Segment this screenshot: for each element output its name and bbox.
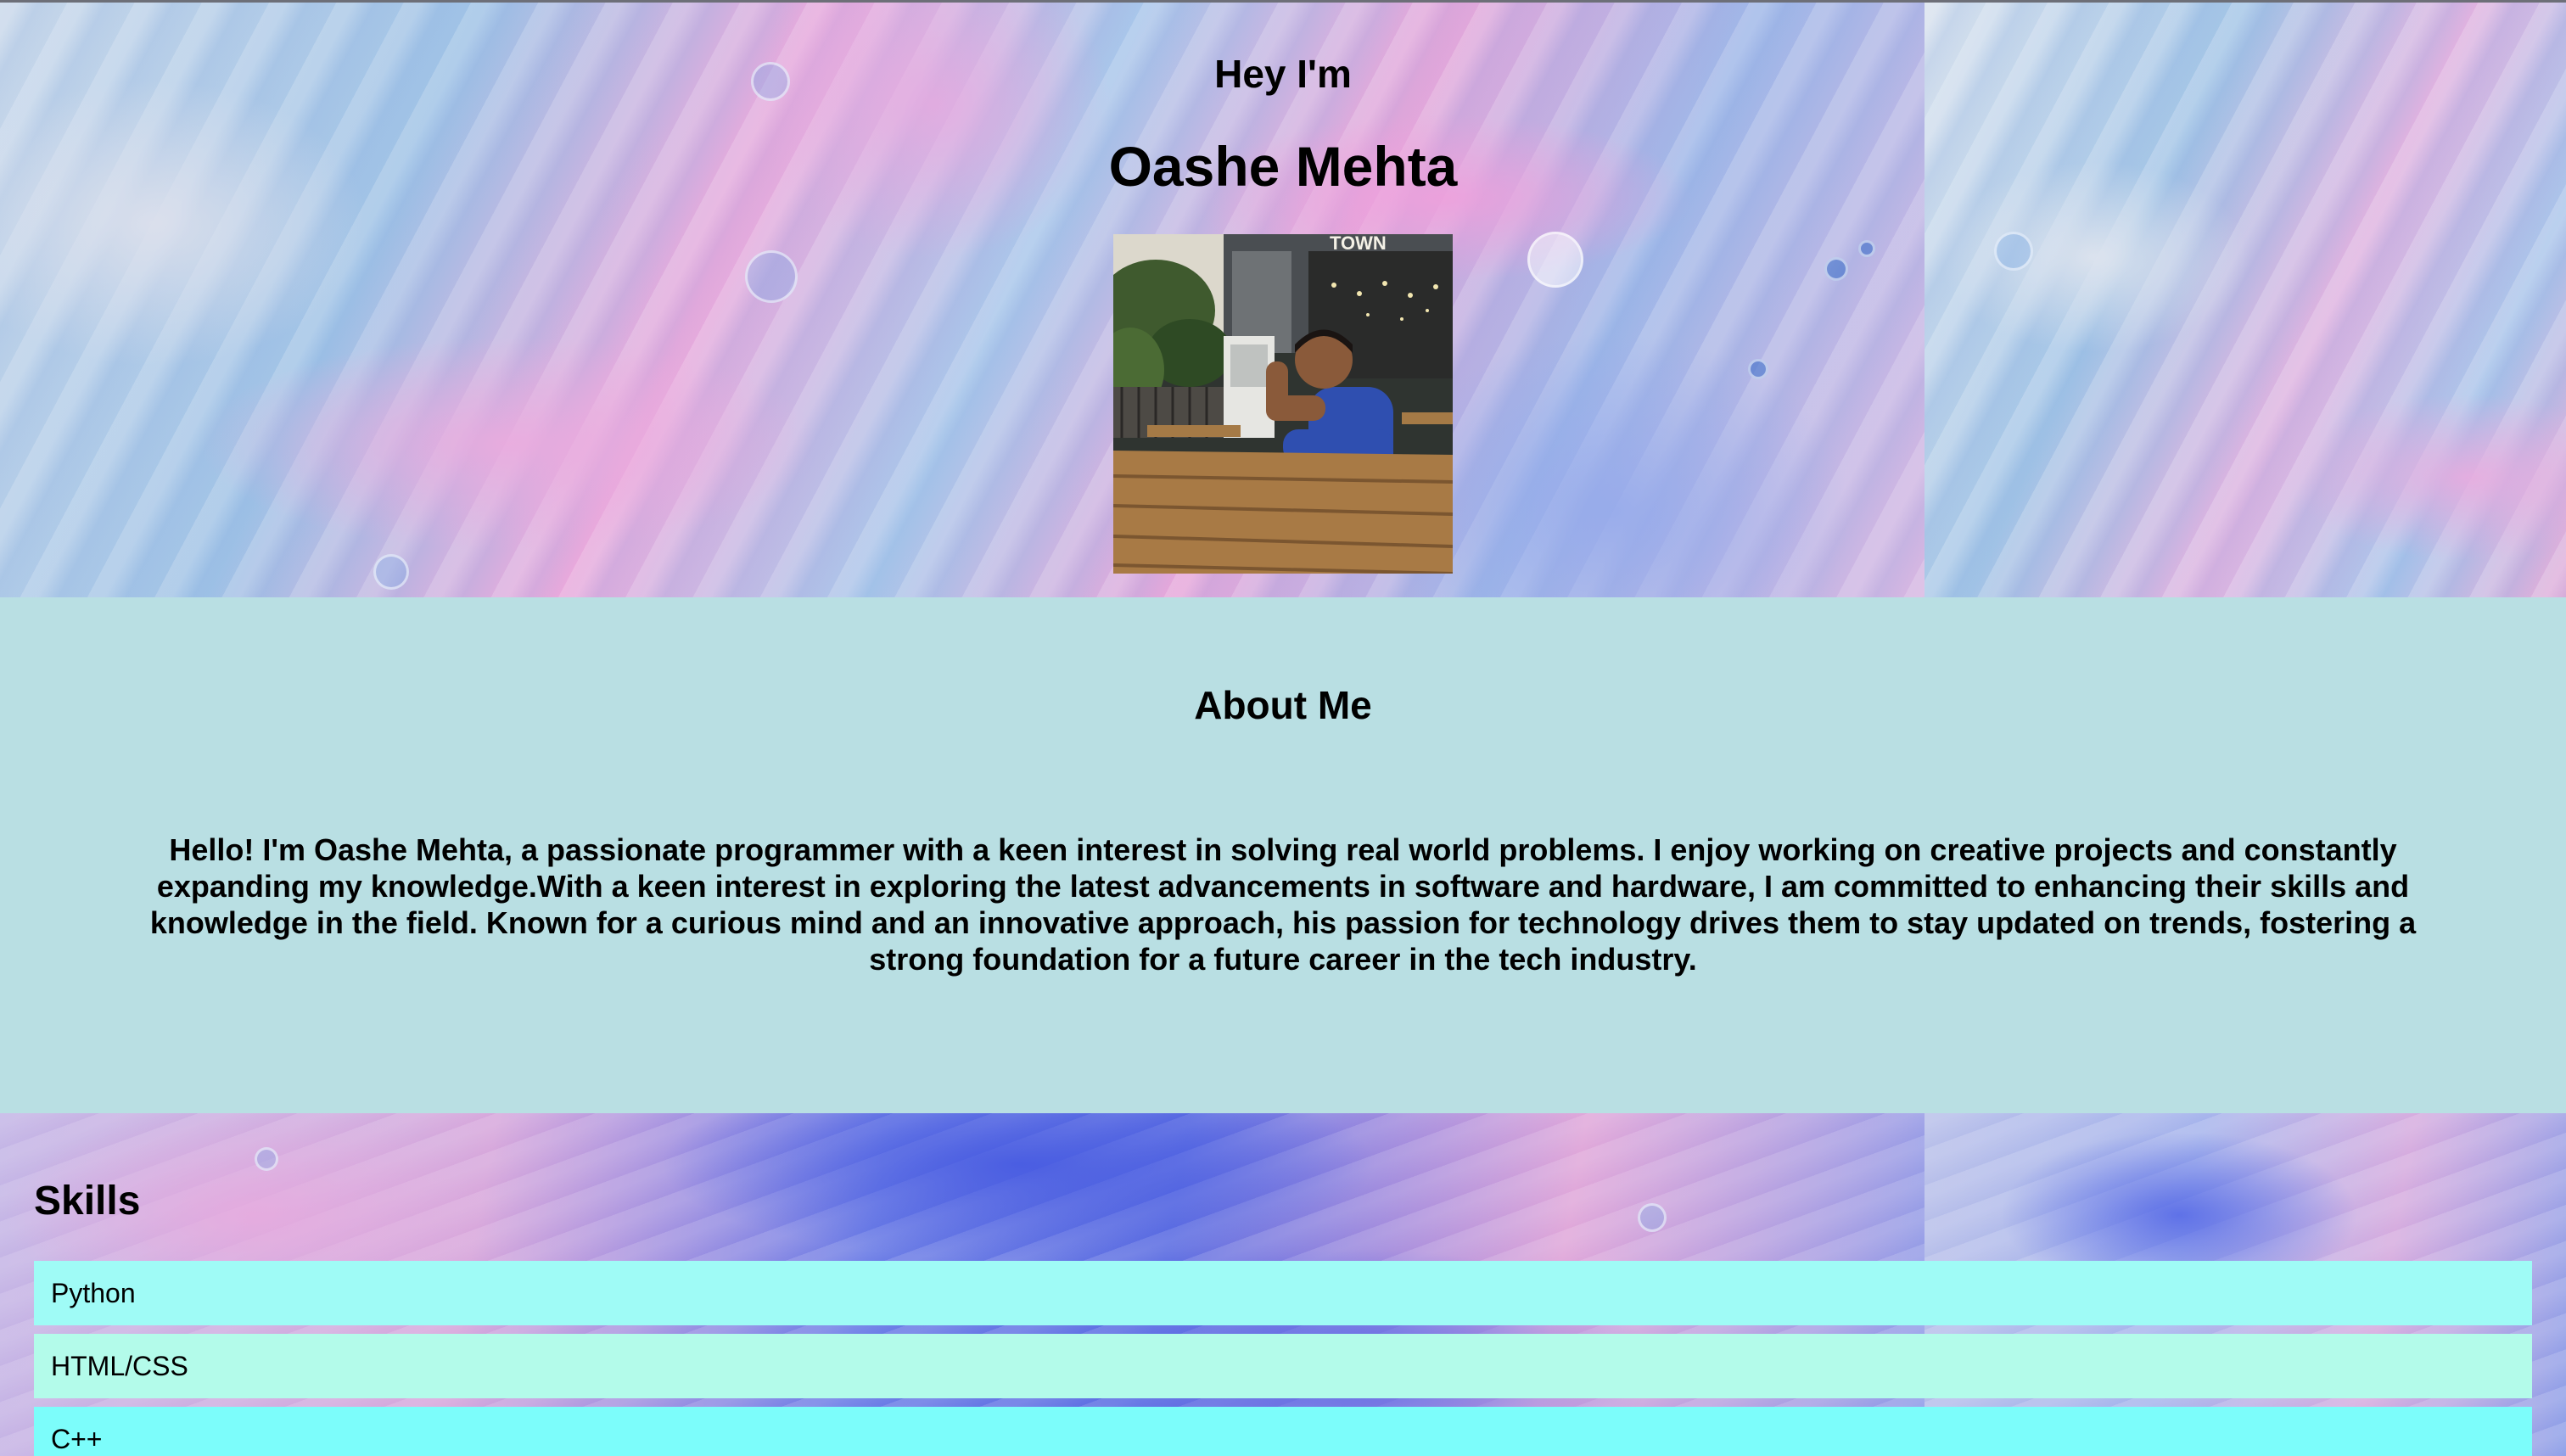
about-section: About Me Hello! I'm Oashe Mehta, a passi… — [0, 597, 2566, 1113]
svg-text:TOWN: TOWN — [1330, 234, 1387, 254]
skills-heading: Skills — [34, 1179, 141, 1224]
profile-photo: TOWN — [1113, 234, 1453, 574]
page-title: Oashe Mehta — [1108, 135, 1458, 198]
hero-section: Hey I'm Oashe Mehta TOWN — [0, 0, 2566, 597]
skill-label: HTML/CSS — [51, 1351, 188, 1381]
greeting-text: Hey I'm — [1214, 52, 1352, 96]
profile-photo-image: TOWN — [1113, 234, 1453, 574]
skill-label: C++ — [51, 1424, 103, 1454]
skill-label: Python — [51, 1278, 136, 1308]
skill-item-python: Python — [34, 1261, 2532, 1325]
skill-item-html-css: HTML/CSS — [34, 1334, 2532, 1398]
about-heading: About Me — [1194, 683, 1372, 727]
skills-section: Skills Python HTML/CSS C++ — [0, 1113, 2566, 1456]
skills-list: Python HTML/CSS C++ — [34, 1261, 2532, 1456]
skill-item-cpp: C++ — [34, 1407, 2532, 1456]
about-text: Hello! I'm Oashe Mehta, a passionate pro… — [149, 832, 2417, 977]
